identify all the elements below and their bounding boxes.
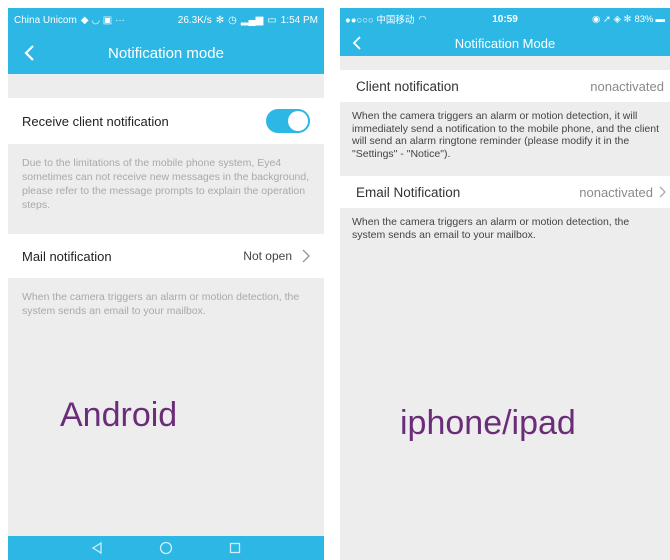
- email-notification-status: nonactivated: [579, 184, 653, 200]
- system-back-button[interactable]: [91, 542, 103, 554]
- system-home-button[interactable]: [159, 541, 173, 555]
- chevron-right-icon: [659, 186, 670, 198]
- bluetooth-icon: ✻: [215, 14, 225, 26]
- page-title: Notification mode: [108, 44, 224, 62]
- email-notification-row[interactable]: Email Notification nonactivated: [340, 176, 670, 208]
- network-speed: 26.3K/s: [177, 14, 212, 26]
- email-notification-note: When the camera triggers an alarm or mot…: [352, 216, 630, 241]
- client-notification-toggle[interactable]: [266, 109, 310, 133]
- client-notification-row[interactable]: Client notification nonactivated: [340, 70, 670, 102]
- iphone-status-bar: ●●○○○ 中国移动 ◠ 10:59 ◉ ➚ ◈ ✻ 83% ▬: [340, 8, 670, 30]
- android-system-nav: [8, 536, 324, 560]
- platform-label: Android: [60, 396, 178, 434]
- iphone-screen: ●●○○○ 中国移动 ◠ 10:59 ◉ ➚ ◈ ✻ 83% ▬ Notific…: [340, 8, 670, 560]
- client-notification-status: nonactivated: [590, 78, 664, 94]
- platform-label: iphone/ipad: [400, 404, 576, 442]
- notification-icons: ◆ ◡ ▣ ···: [80, 14, 126, 26]
- client-notification-note: Due to the limitations of the mobile pho…: [22, 157, 310, 211]
- toggle-knob: [288, 111, 308, 131]
- battery-icon: ▭: [267, 14, 277, 26]
- android-nav-bar: Notification mode: [8, 32, 324, 74]
- alarm-icon: ◷: [228, 14, 237, 26]
- status-time: 10:59: [492, 13, 518, 25]
- triangle-back-icon: [91, 542, 102, 554]
- system-recents-button[interactable]: [229, 542, 241, 554]
- client-notification-row: Receive client notification: [8, 98, 324, 144]
- mail-notification-note: When the camera triggers an alarm or mot…: [22, 291, 300, 317]
- client-notification-label: Receive client notification: [22, 113, 169, 129]
- client-notification-label: Client notification: [356, 78, 459, 94]
- status-time: 1:54 PM: [280, 14, 318, 26]
- page-title: Notification Mode: [454, 35, 556, 51]
- iphone-nav-bar: Notification Mode: [340, 30, 670, 56]
- mail-notification-status: Not open: [243, 249, 292, 263]
- circle-home-icon: [159, 541, 173, 555]
- chevron-right-icon: [302, 249, 310, 263]
- mail-notification-label: Mail notification: [22, 248, 112, 264]
- mail-notification-row[interactable]: Mail notification Not open: [8, 234, 324, 278]
- android-screen: China Unicom ◆ ◡ ▣ ··· 26.3K/s ✻ ◷ ▂▄▆ ▭…: [8, 8, 324, 560]
- square-recents-icon: [229, 542, 241, 554]
- email-notification-label: Email Notification: [356, 184, 461, 200]
- android-status-bar: China Unicom ◆ ◡ ▣ ··· 26.3K/s ✻ ◷ ▂▄▆ ▭…: [8, 8, 324, 32]
- signal-icon: ▂▄▆: [240, 14, 264, 26]
- client-notification-note: When the camera triggers an alarm or mot…: [352, 110, 660, 160]
- carrier-label: China Unicom: [14, 14, 77, 26]
